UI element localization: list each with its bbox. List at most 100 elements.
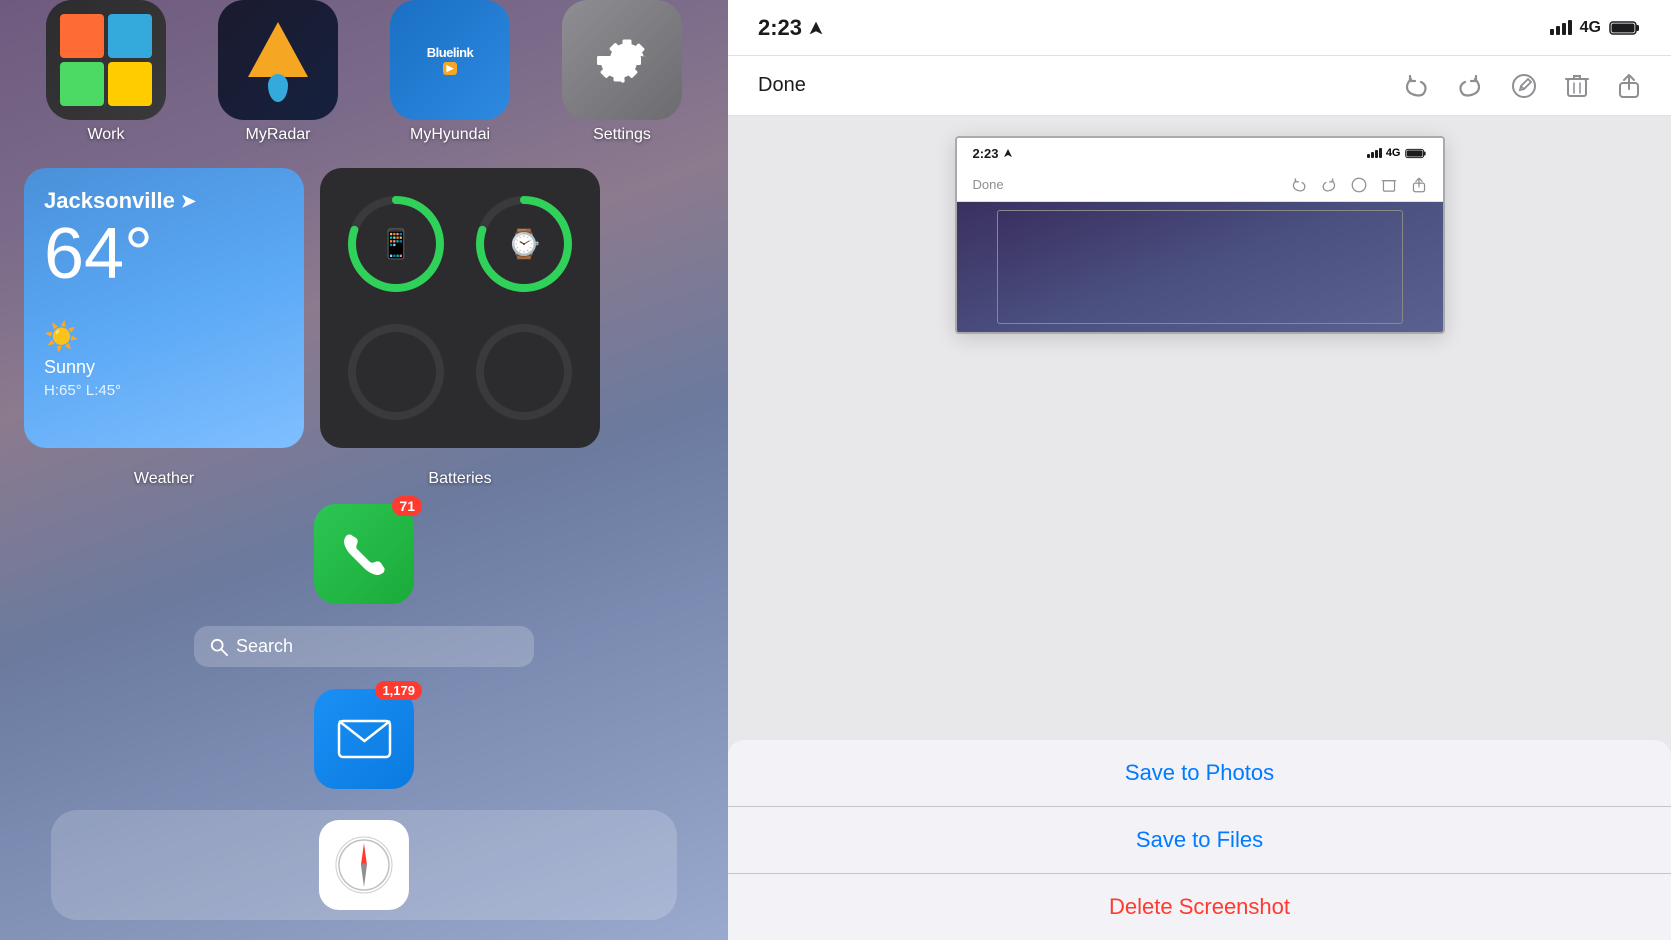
trash-button[interactable] [1565,73,1589,99]
redo-button[interactable] [1457,73,1483,99]
weather-temperature: 64° [44,218,284,290]
safari-compass-icon [334,835,394,895]
save-to-files-button[interactable]: Save to Files [728,807,1671,874]
signal-bar-3 [1562,23,1566,35]
empty-battery-circle-1 [340,316,452,428]
safari-app-icon[interactable] [319,820,409,910]
share-icon [1617,73,1641,99]
app-item-myhyundai[interactable]: Bluelink ▶ MyHyundai [390,0,510,144]
preview-share-icon [1411,177,1427,193]
status-icons: 4G [1550,19,1641,37]
settings-app-label: Settings [593,126,651,144]
batteries-widget[interactable]: 📱 ⌚ [320,168,600,448]
search-label: Search [236,636,293,657]
radar-drop-icon [268,74,288,102]
gear-icon [590,28,655,93]
preview-undo-icon [1291,177,1307,193]
preview-signal-bars [1367,148,1382,158]
work-icon-cell-2 [108,14,152,58]
editor-toolbar: Done [728,56,1671,116]
weather-widget[interactable]: Jacksonville ➤ 64° ☀️ Sunny H:65° L:45° [24,168,304,448]
delete-screenshot-button[interactable]: Delete Screenshot [728,874,1671,940]
widgets-row: Jacksonville ➤ 64° ☀️ Sunny H:65° L:45° … [0,152,728,464]
done-button[interactable]: Done [758,74,806,97]
action-sheet: Save to Photos Save to Files Delete Scre… [728,740,1671,940]
work-app-label: Work [87,126,124,144]
signal-bar-1 [1550,29,1554,35]
phone-battery-circle: 📱 [340,188,452,300]
app-item-myradar[interactable]: MyRadar [218,0,338,144]
watch-battery-circle: ⌚ [468,188,580,300]
app-item-settings[interactable]: Settings [562,0,682,144]
redo-icon [1457,73,1483,99]
navigation-arrow-icon: ➤ [181,191,196,212]
status-bar: 2:23 4G [728,0,1671,56]
signal-bar-2 [1556,26,1560,35]
preview-screenshot-content [957,202,1443,332]
batteries-widget-label: Batteries [428,470,491,487]
undo-icon [1403,73,1429,99]
bluelink-badge: ▶ [443,62,458,75]
iphone-home-screen: Work MyRadar Bluelink ▶ MyHyundai [0,0,728,940]
preview-pen-icon [1351,177,1367,193]
screenshot-editor: 2:23 4G Done [728,0,1671,940]
share-button[interactable] [1617,73,1641,99]
pen-circle-icon [1511,73,1537,99]
preview-done-label: Done [973,177,1004,192]
signal-bar-4 [1568,20,1572,35]
nested-preview-frame [997,210,1403,324]
phone-battery-icon: 📱 [379,228,414,261]
location-arrow-icon [808,20,824,36]
work-icon-cell-1 [60,14,104,58]
myradar-app-label: MyRadar [246,126,311,144]
settings-app-icon[interactable] [562,0,682,120]
search-icon [210,638,228,656]
status-time: 2:23 [758,15,824,41]
mail-badge-count: 1,179 [375,681,422,700]
middle-section: 71 Search 1,179 [0,494,728,799]
myhyundai-app-label: MyHyundai [410,126,490,144]
phone-app-icon[interactable] [314,504,414,604]
phone-handset-icon [337,527,392,582]
dock [51,810,677,920]
phone-app-container[interactable]: 71 [314,504,414,604]
mail-app-icon[interactable] [314,689,414,789]
work-app-icon[interactable] [46,0,166,120]
batteries-grid: 📱 ⌚ [340,188,580,428]
network-type-label: 4G [1580,19,1601,37]
save-to-photos-button[interactable]: Save to Photos [728,740,1671,807]
widget-labels: Weather Batteries [0,464,624,494]
myradar-app-icon[interactable] [218,0,338,120]
preview-toolbar: Done [957,168,1443,202]
preview-redo-icon [1321,177,1337,193]
preview-time: 2:23 [973,146,999,161]
preview-trash-icon [1381,177,1397,193]
battery-icon [1609,20,1641,36]
preview-status-bar: 2:23 4G [957,138,1443,168]
mail-app-container[interactable]: 1,179 [314,689,414,789]
work-icon-cell-4 [108,62,152,106]
trash-icon [1565,73,1589,99]
preview-network-label: 4G [1386,147,1401,159]
preview-battery-icon [1405,148,1427,159]
watch-battery-icon: ⌚ [507,228,542,261]
weather-condition: Sunny [44,357,284,378]
bluelink-text: Bluelink [427,45,474,60]
signal-bars-icon [1550,20,1572,35]
undo-button[interactable] [1403,73,1429,99]
screenshot-preview: 2:23 4G [955,136,1445,334]
weather-range: H:65° L:45° [44,382,284,399]
phone-badge-count: 71 [392,496,422,516]
bluelink-app-icon[interactable]: Bluelink ▶ [390,0,510,120]
mail-envelope-icon [337,719,392,759]
markup-button[interactable] [1511,73,1537,99]
search-bar[interactable]: Search [194,626,534,667]
empty-battery-circle-2 [468,316,580,428]
city-name: Jacksonville [44,188,175,214]
toolbar-action-icons [1403,73,1641,99]
weather-city: Jacksonville ➤ [44,188,284,214]
time-display: 2:23 [758,15,802,41]
sun-icon: ☀️ [44,320,284,353]
weather-widget-label: Weather [134,470,194,487]
app-item-work[interactable]: Work [46,0,166,144]
